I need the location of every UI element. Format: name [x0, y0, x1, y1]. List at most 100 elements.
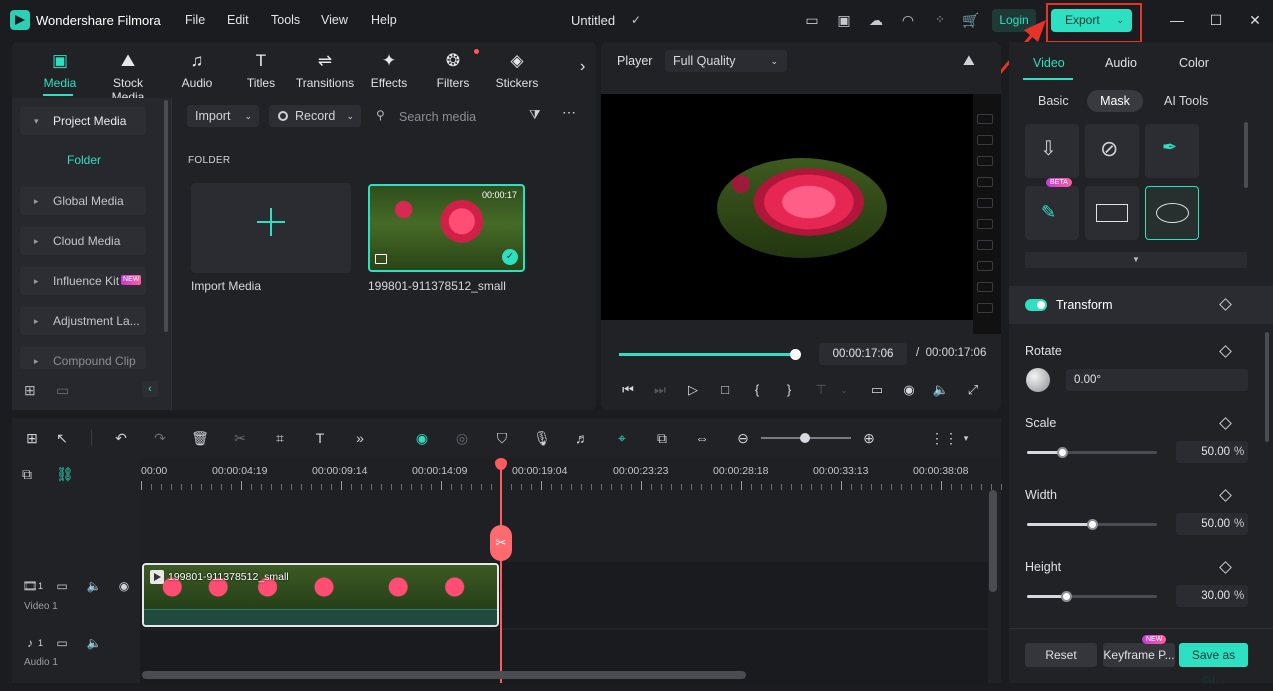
marker-icon[interactable]: ⛉ — [492, 429, 512, 447]
width-keyframe-icon[interactable] — [1219, 489, 1232, 502]
media-clip-thumbnail[interactable]: 00:00:17 ✓ — [368, 184, 525, 272]
text-icon[interactable]: T — [310, 429, 330, 447]
timeline-ruler[interactable]: 00:00 00:00:04:19 00:00:09:14 00:00:14:0… — [140, 458, 1002, 492]
tab-color[interactable]: Color — [1179, 56, 1209, 70]
headset-icon[interactable]: ◠ — [899, 11, 917, 29]
rotate-value-field[interactable]: 0.00° — [1066, 369, 1248, 391]
progress-handle[interactable] — [790, 349, 801, 360]
cut-icon[interactable]: ✂ — [230, 429, 250, 447]
zoom-in-icon[interactable]: ⊕ — [859, 429, 879, 447]
transform-toggle[interactable] — [1025, 299, 1047, 311]
chevron-down-icon[interactable]: ▾ — [956, 429, 976, 447]
volume-icon[interactable]: 🔈 — [931, 381, 951, 399]
speaker-icon[interactable]: 🔈 — [86, 635, 102, 651]
insert-icon[interactable]: ⊤ — [811, 381, 831, 399]
menu-file[interactable]: File — [185, 13, 205, 27]
crop-icon[interactable]: ⌗ — [270, 429, 290, 447]
speaker-icon[interactable]: 🔈 — [86, 578, 102, 594]
collapse-sidebar-icon[interactable]: ‹ — [142, 381, 158, 397]
tab-video[interactable]: Video — [1033, 56, 1065, 70]
tab-effects[interactable]: ✦ Effects — [357, 50, 421, 90]
render-icon[interactable]: ◎ — [452, 429, 472, 447]
ai-assistant-icon[interactable]: ◉ — [412, 429, 432, 447]
tab-filters[interactable]: ❂ Filters — [421, 50, 485, 90]
more-tools-icon[interactable]: » — [350, 429, 370, 447]
layout-grid-icon[interactable]: ⊞ — [22, 429, 42, 447]
preview-screen[interactable] — [601, 94, 973, 320]
expand-masks-icon[interactable]: ▼ — [1025, 252, 1247, 268]
properties-scrollbar[interactable] — [1265, 332, 1269, 442]
subtab-mask[interactable]: Mask — [1087, 90, 1143, 112]
eye-icon[interactable]: ◉ — [116, 578, 132, 594]
redo-icon[interactable]: ↷ — [150, 429, 170, 447]
mask-brush[interactable]: ✎ BETA — [1025, 178, 1079, 240]
sidebar-item-adjustment-layer[interactable]: Adjustment La... — [20, 307, 146, 335]
next-frame-icon[interactable]: ⏭ — [650, 381, 670, 399]
sidebar-item-global-media[interactable]: Global Media — [20, 187, 146, 215]
snap-icon[interactable]: ⌖ — [612, 429, 632, 447]
tab-media[interactable]: ▣ Media — [28, 50, 92, 90]
new-folder-icon[interactable]: ⊞ — [24, 382, 36, 399]
playhead[interactable] — [500, 458, 502, 683]
microphone-icon[interactable]: 🎙 — [532, 429, 552, 447]
sidebar-scrollbar[interactable] — [164, 100, 168, 332]
track-layout-icon[interactable]: ⋮⋮ — [930, 429, 958, 447]
cloud-icon[interactable]: ☁ — [867, 11, 885, 29]
display-icon[interactable]: ▭ — [867, 381, 887, 399]
sidebar-item-cloud-media[interactable]: Cloud Media — [20, 227, 146, 255]
layout-icon[interactable]: ▭ — [803, 11, 821, 29]
transform-section[interactable]: Transform — [1009, 286, 1273, 324]
undo-icon[interactable]: ↶ — [111, 429, 131, 447]
menu-help[interactable]: Help — [371, 13, 397, 27]
delete-icon[interactable]: 🗑 — [190, 429, 210, 447]
split-scissors-icon[interactable]: ✂ — [490, 525, 512, 561]
menu-edit[interactable]: Edit — [227, 13, 249, 27]
pip-icon[interactable]: ⧉ — [652, 429, 672, 447]
height-slider-handle[interactable] — [1061, 591, 1072, 602]
folder-icon[interactable]: ▭ — [56, 382, 69, 399]
sidebar-item-compound-clip[interactable]: Compound Clip — [20, 347, 146, 375]
folder-icon[interactable]: ▭ — [54, 578, 70, 594]
sidebar-item-project-media[interactable]: Project Media — [20, 107, 146, 135]
mask-rectangle[interactable] — [1085, 186, 1139, 240]
link-icon[interactable]: ⛓ — [56, 466, 74, 483]
mask-scrollbar[interactable] — [1244, 122, 1248, 188]
folder-icon[interactable]: ▭ — [54, 635, 70, 651]
timeline-vertical-scrollbar[interactable] — [989, 490, 997, 592]
more-options-icon[interactable]: ⋯ — [562, 104, 576, 121]
chevron-right-icon[interactable]: › — [580, 58, 585, 76]
fullscreen-icon[interactable]: ⤢ — [963, 381, 983, 399]
import-dropdown[interactable]: Import ⌄ — [187, 105, 259, 127]
search-input[interactable]: Search media — [399, 110, 476, 124]
empty-track-area[interactable] — [140, 492, 988, 562]
width-slider[interactable] — [1027, 519, 1157, 530]
zoom-slider-handle[interactable] — [800, 433, 810, 443]
sidebar-item-folder[interactable]: Folder — [67, 153, 101, 167]
timeline-horizontal-scrollbar[interactable] — [142, 671, 746, 679]
tab-transitions[interactable]: ⇌ Transitions — [293, 50, 357, 90]
save-as-custom-button[interactable]: Save as cu... — [1179, 643, 1248, 686]
audio-list-icon[interactable]: ♬ — [572, 429, 592, 447]
menu-tools[interactable]: Tools — [271, 13, 300, 27]
tab-titles[interactable]: T Titles — [229, 50, 293, 90]
rotate-dial[interactable] — [1026, 368, 1050, 392]
quality-dropdown[interactable]: Full Quality ⌄ — [665, 50, 787, 72]
subtab-ai-tools[interactable]: AI Tools — [1164, 94, 1208, 108]
tab-audio-props[interactable]: Audio — [1105, 56, 1137, 70]
stop-icon[interactable]: □ — [715, 381, 735, 399]
current-timecode[interactable]: 00:00:17:06 — [819, 343, 907, 365]
tab-stock-media[interactable]: ⛰ Stock Media — [96, 50, 160, 104]
previous-frame-icon[interactable]: ⏮ — [618, 381, 638, 399]
scale-slider[interactable] — [1027, 447, 1157, 458]
minimize-icon[interactable]: — — [1168, 11, 1186, 29]
import-media-tile[interactable] — [191, 183, 351, 273]
keyframe-panel-button[interactable]: Keyframe P... — [1103, 643, 1175, 667]
maximize-icon[interactable]: ☐ — [1207, 11, 1225, 29]
width-slider-handle[interactable] — [1087, 519, 1098, 530]
height-keyframe-icon[interactable] — [1219, 561, 1232, 574]
sidebar-item-influence-kit[interactable]: Influence KitNEW — [20, 267, 146, 295]
playback-progress-bar[interactable] — [619, 349, 801, 360]
tab-audio[interactable]: ♫ Audio — [165, 50, 229, 90]
reset-button[interactable]: Reset — [1025, 643, 1097, 667]
height-slider[interactable] — [1027, 591, 1157, 602]
